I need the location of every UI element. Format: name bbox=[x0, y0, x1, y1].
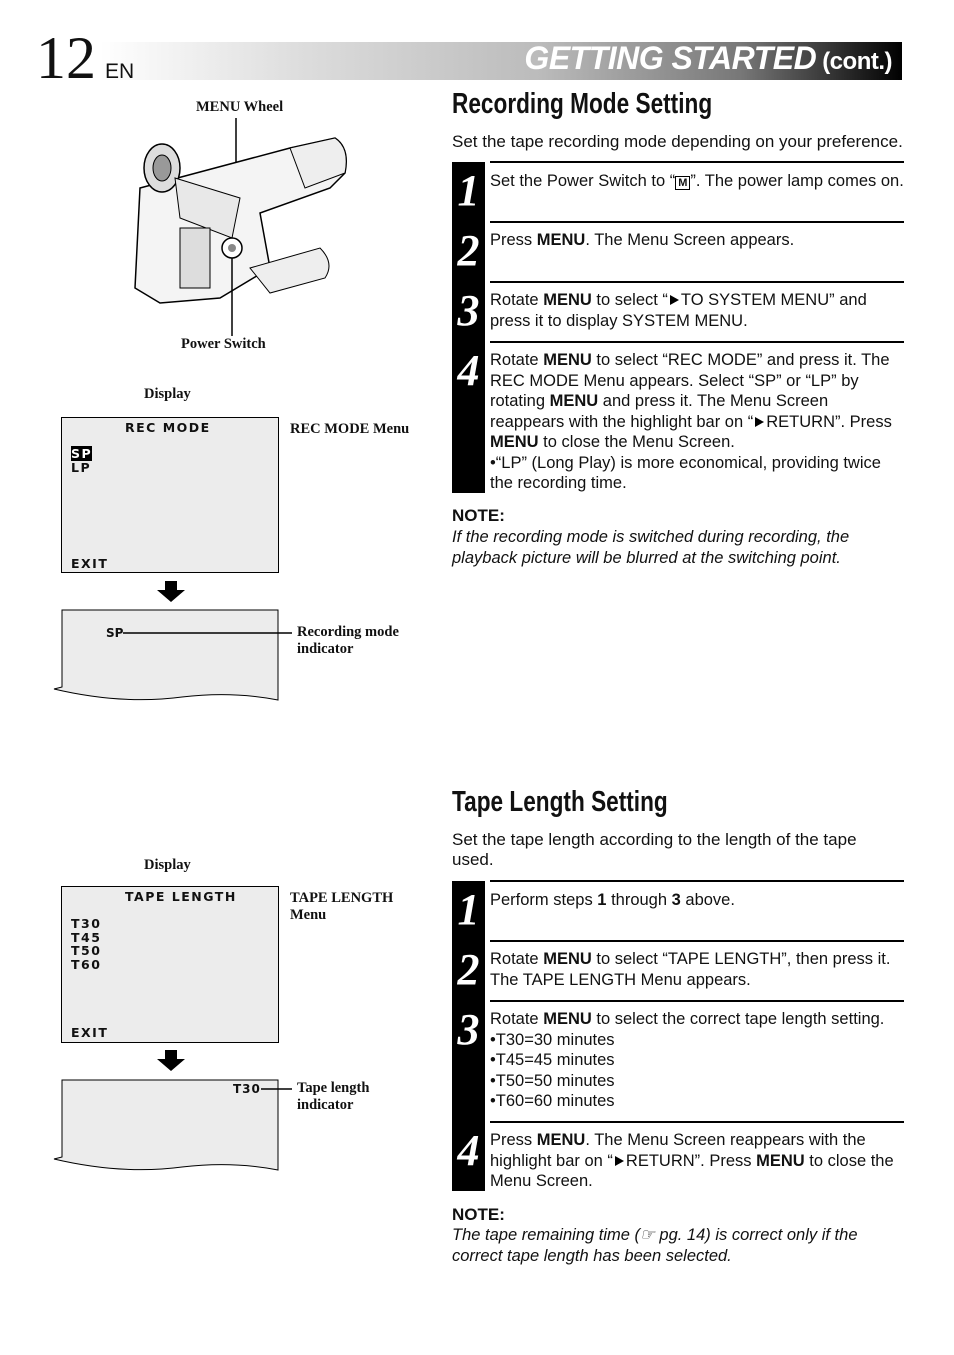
option: T30 bbox=[71, 916, 102, 931]
step-number: 3 bbox=[457, 286, 480, 335]
recording-note: If the recording mode is switched during… bbox=[452, 528, 850, 567]
divider bbox=[490, 161, 904, 163]
step-number: 3 bbox=[457, 1005, 480, 1054]
power-mode-m-icon: M bbox=[675, 176, 691, 190]
t30-indicator: T30 bbox=[233, 1082, 261, 1096]
step-4-text: Rotate MENU to select “REC MODE” and pre… bbox=[490, 350, 904, 494]
option: T45 bbox=[71, 929, 102, 945]
language-label: EN bbox=[105, 60, 135, 83]
note-label: NOTE: bbox=[452, 506, 505, 525]
down-arrow-icon bbox=[157, 581, 185, 602]
manual-page: 12 EN GETTING STARTED (cont.) MENU Wheel … bbox=[0, 0, 954, 1355]
display-label: Display bbox=[144, 857, 191, 873]
rec-mode-menu-caption: REC MODE Menu bbox=[290, 421, 410, 437]
tape-step-2-text: Rotate MENU to select “TAPE LENGTH”, the… bbox=[490, 950, 891, 989]
recording-mode-indicator-caption: Recording mode indicator bbox=[297, 624, 399, 658]
divider bbox=[490, 1000, 904, 1002]
option: T60 bbox=[71, 956, 102, 972]
tape-length-heading: Tape Length Setting bbox=[452, 786, 668, 818]
triangle-icon bbox=[614, 1155, 624, 1166]
recording-intro: Set the tape recording mode depending on… bbox=[452, 132, 903, 151]
display-screen-after bbox=[53, 609, 292, 701]
bullet: •T30=30 minutes bbox=[490, 1030, 615, 1049]
caption-line: indicator bbox=[297, 641, 354, 657]
step-2-text: Press MENU. The Menu Screen appears. bbox=[490, 231, 795, 249]
caption-line: Tape length bbox=[297, 1080, 370, 1096]
down-arrow-icon bbox=[157, 1050, 185, 1071]
menu-exit: EXIT bbox=[71, 1025, 109, 1040]
step-number: 1 bbox=[457, 885, 480, 934]
step-1-text: Set the Power Switch to “M”. The power l… bbox=[490, 172, 904, 190]
tape-length-indicator-caption: Tape length indicator bbox=[297, 1080, 369, 1114]
tape-intro: Set the tape length according to the len… bbox=[452, 830, 857, 869]
bullet: •T60=60 minutes bbox=[490, 1092, 615, 1110]
section-suffix: (cont.) bbox=[822, 48, 892, 75]
step-number: 1 bbox=[457, 166, 480, 215]
page-reference-link[interactable]: ☞ pg. 14 bbox=[640, 1226, 705, 1244]
step-number: 4 bbox=[457, 1126, 480, 1175]
tape-step-3-text: Rotate MENU to select the correct tape l… bbox=[490, 1009, 904, 1112]
divider bbox=[490, 341, 904, 343]
tape-length-menu-caption: TAPE LENGTH Menu bbox=[290, 890, 393, 924]
step-number: 4 bbox=[457, 346, 480, 395]
camcorder-illustration bbox=[134, 118, 347, 336]
divider bbox=[490, 221, 904, 223]
note-label: NOTE: bbox=[452, 1205, 505, 1224]
bullet: •T50=50 minutes bbox=[490, 1071, 615, 1090]
menu-exit: EXIT bbox=[71, 556, 109, 571]
section-title: GETTING STARTED (cont.) bbox=[524, 40, 892, 77]
bullet: •T45=45 minutes bbox=[490, 1051, 615, 1069]
sp-indicator: SP bbox=[106, 626, 124, 640]
caption-line: Menu bbox=[290, 907, 327, 923]
caption-line: indicator bbox=[297, 1097, 354, 1113]
tape-step-4-text: Press MENU. The Menu Screen reappears wi… bbox=[490, 1131, 894, 1190]
recording-mode-heading: Recording Mode Setting bbox=[452, 88, 713, 120]
caption-line: Recording mode bbox=[297, 624, 399, 640]
menu-title: TAPE LENGTH bbox=[125, 889, 237, 904]
option-sp-highlighted: SP bbox=[71, 446, 93, 461]
option: T50 bbox=[71, 943, 102, 958]
page-number: 12 bbox=[36, 25, 96, 91]
rec-mode-menu-screen: REC MODE SP LP EXIT bbox=[61, 417, 279, 573]
triangle-icon bbox=[755, 416, 765, 427]
option-lp: LP bbox=[71, 460, 92, 475]
step-number: 2 bbox=[457, 226, 480, 275]
divider bbox=[490, 940, 904, 942]
section-title-text: GETTING STARTED bbox=[524, 40, 817, 76]
menu-wheel-label: MENU Wheel bbox=[196, 99, 284, 115]
display-label: Display bbox=[144, 386, 191, 402]
divider bbox=[490, 1121, 904, 1123]
tape-step-1-text: Perform steps 1 through 3 above. bbox=[490, 891, 735, 909]
caption-line: TAPE LENGTH bbox=[290, 890, 394, 906]
tape-length-menu-screen: TAPE LENGTH T30 T45 T50 T60 EXIT bbox=[61, 886, 279, 1043]
power-switch-label: Power Switch bbox=[181, 336, 266, 352]
step-bullet: •“LP” (Long Play) is more economical, pr… bbox=[490, 453, 881, 493]
step-3-text: Rotate MENU to select “TO SYSTEM MENU” a… bbox=[490, 291, 867, 330]
step-number: 2 bbox=[457, 945, 480, 994]
menu-title: REC MODE bbox=[125, 420, 211, 435]
divider bbox=[490, 880, 904, 882]
tape-note: The tape remaining time (☞ pg. 14) is co… bbox=[452, 1226, 858, 1265]
triangle-icon bbox=[669, 295, 679, 305]
divider bbox=[490, 281, 904, 283]
